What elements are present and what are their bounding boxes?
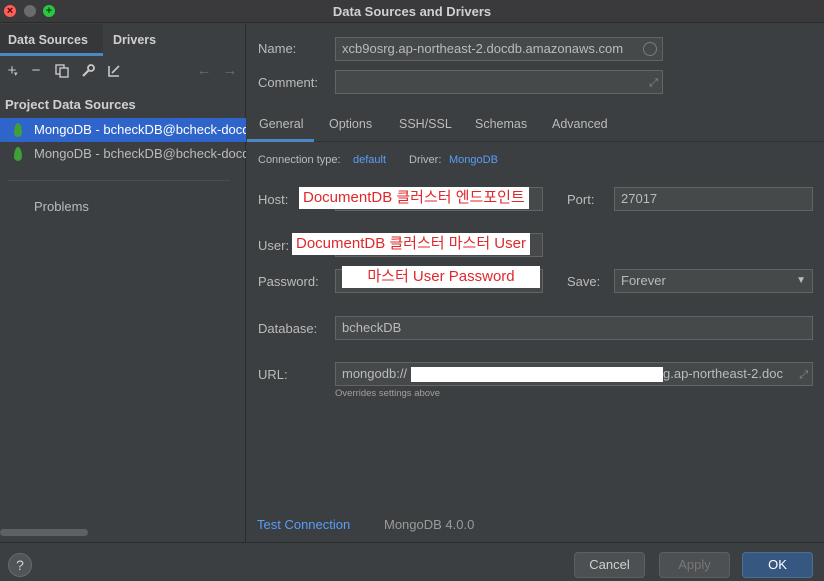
save-select-value: Forever [621, 273, 666, 288]
expand-icon[interactable]: ⤢ [799, 364, 808, 385]
port-input[interactable]: 27017 [614, 187, 813, 211]
database-label: Database: [258, 321, 318, 336]
server-version: MongoDB 4.0.0 [384, 517, 475, 532]
chevron-down-icon: ▼ [796, 275, 806, 286]
url-prefix: mongodb:// [342, 366, 408, 381]
cancel-button[interactable]: Cancel [574, 552, 645, 578]
save-label: Save: [567, 274, 601, 289]
tab-schemas[interactable]: Schemas [475, 112, 527, 142]
remove-icon[interactable]: − [26, 61, 46, 81]
problems-item[interactable]: Problems [34, 199, 89, 214]
driver-link[interactable]: MongoDB [449, 154, 498, 166]
name-label: Name: [258, 41, 297, 56]
tab-drivers[interactable]: Drivers [105, 24, 164, 56]
horizontal-scrollbar[interactable] [0, 529, 88, 536]
apply-button[interactable]: Apply [659, 552, 730, 578]
connection-type-label: Connection type: [258, 154, 341, 166]
name-input[interactable]: xcb9osrg.ap-northeast-2.docdb.amazonaws.… [335, 37, 663, 61]
tab-advanced[interactable]: Advanced [552, 112, 608, 142]
test-connection-link[interactable]: Test Connection [257, 517, 350, 532]
tab-general[interactable]: General [247, 112, 314, 142]
details-panel: Name: xcb9osrg.ap-northeast-2.docdb.amaz… [247, 24, 824, 542]
url-suffix: g.ap-northeast-2.doc [663, 366, 783, 381]
host-annotation: DocumentDB 클러스터 엔드포인트 [299, 187, 529, 209]
port-label: Port: [567, 192, 595, 207]
tab-options[interactable]: Options [329, 112, 372, 142]
left-tabs: Data Sources Drivers [0, 24, 246, 56]
duplicate-icon[interactable] [52, 61, 72, 81]
back-arrow-icon[interactable]: ← [194, 61, 214, 81]
dialog-footer: ? Cancel Apply OK [0, 542, 824, 581]
save-select[interactable]: Forever ▼ [614, 269, 813, 293]
settings-tabs: General Options SSH/SSL Schemas Advanced [247, 112, 824, 142]
ok-button[interactable]: OK [742, 552, 813, 578]
divider [8, 180, 230, 181]
database-input[interactable]: bcheckDB [335, 316, 813, 340]
user-label: User: [258, 238, 290, 253]
password-annotation: 마스터 User Password [342, 266, 540, 288]
tab-data-sources[interactable]: Data Sources [0, 24, 103, 56]
comment-label: Comment: [258, 75, 318, 90]
title-bar: × + Data Sources and Drivers [0, 0, 824, 23]
url-input[interactable]: mongodb:// g.ap-northeast-2.doc ⤢ [335, 362, 813, 386]
left-panel: Data Sources Drivers + ▾ − ← → Project Da… [0, 24, 246, 542]
data-source-label: MongoDB - bcheckDB@bcheck-docdb [34, 122, 246, 137]
window-title: Data Sources and Drivers [332, 4, 492, 19]
wrench-icon[interactable] [78, 61, 98, 81]
add-icon[interactable]: + ▾ [2, 61, 22, 81]
expand-icon[interactable]: ⤢ [649, 72, 658, 93]
url-redaction [411, 367, 663, 382]
driver-label: Driver: [409, 154, 442, 166]
comment-input[interactable]: ⤢ [335, 70, 663, 94]
make-global-icon[interactable] [104, 61, 124, 81]
url-note: Overrides settings above [335, 388, 441, 399]
data-source-item[interactable]: MongoDB - bcheckDB@bcheck-docdb [0, 118, 246, 142]
help-button[interactable]: ? [8, 553, 32, 577]
mongodb-leaf-icon [14, 123, 22, 137]
user-annotation: DocumentDB 클러스터 마스터 User [292, 233, 530, 255]
name-value: xcb9osrg.ap-northeast-2.docdb.amazonaws.… [342, 41, 624, 56]
url-label: URL: [258, 367, 288, 382]
connection-type-link[interactable]: default [353, 154, 386, 166]
password-label: Password: [258, 274, 319, 289]
left-toolbar: + ▾ − ← → [0, 58, 246, 84]
mongodb-leaf-icon [14, 147, 22, 161]
forward-arrow-icon[interactable]: → [220, 61, 240, 81]
data-source-label: MongoDB - bcheckDB@bcheck-docdb [34, 146, 246, 161]
data-source-item[interactable]: MongoDB - bcheckDB@bcheck-docdb [0, 142, 246, 166]
reset-circle-icon[interactable] [643, 42, 657, 56]
host-label: Host: [258, 192, 289, 207]
tab-ssh-ssl[interactable]: SSH/SSL [399, 112, 452, 142]
project-data-sources-heading: Project Data Sources [5, 97, 136, 112]
